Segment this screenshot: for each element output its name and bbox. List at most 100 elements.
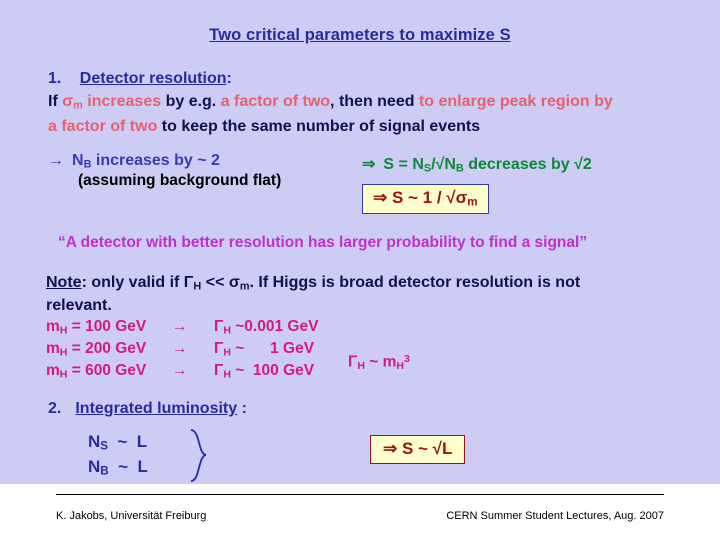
width-value: ~ 1 GeV bbox=[230, 339, 315, 357]
footer-event: CERN Summer Student Lectures, Aug. 2007 bbox=[446, 510, 664, 522]
footer-author: K. Jakobs, Universität Freiburg bbox=[56, 510, 207, 522]
significance-over: /√N bbox=[431, 156, 456, 173]
mass-symbol: m bbox=[46, 361, 60, 379]
section1-heading-line: 1. Detector resolution: bbox=[48, 68, 688, 91]
note-line-1: Note: only valid if ΓH << σm. If Higgs i… bbox=[46, 272, 666, 295]
double-arrow-icon-2: ⇒ bbox=[373, 188, 388, 207]
nb-increase-line: → NB increases by ~ 2 bbox=[48, 152, 348, 170]
sigma-symbol-2: σ bbox=[228, 274, 240, 291]
section1-colon: : bbox=[226, 70, 232, 87]
width-symbol: Γ bbox=[214, 361, 224, 379]
width-scaling-relation: ΓH ~ mH3 bbox=[348, 353, 410, 372]
sigma-symbol: σm bbox=[62, 92, 83, 112]
mass-symbol: m bbox=[46, 339, 60, 357]
mass-value: = 600 GeV bbox=[67, 361, 147, 379]
table-row: mH = 600 GeV → ΓH ~ 100 GeV bbox=[46, 360, 318, 382]
higgs-width-table: mH = 100 GeV → ΓH ~0.001 GeV mH = 200 GeV →… bbox=[46, 316, 318, 382]
nb-subscript-3: B bbox=[100, 465, 109, 478]
scaling-tilde: ~ m bbox=[364, 353, 397, 371]
detector-line1-if: If bbox=[48, 92, 63, 110]
section1-heading: Detector resolution bbox=[79, 70, 227, 87]
box-lumi-text: S ~ √L bbox=[397, 439, 453, 458]
mass-cell: mH = 200 GeV bbox=[46, 338, 172, 360]
significance-tail: decreases by √2 bbox=[463, 156, 592, 173]
width-subscript: H bbox=[223, 346, 231, 359]
significance-equals: = N bbox=[394, 156, 424, 173]
nb-relation: ~ L bbox=[108, 457, 148, 477]
note-label: Note bbox=[46, 274, 82, 291]
background-increase-block: → NB increases by ~ 2 (assuming backgroun… bbox=[48, 152, 348, 190]
width-subscript: H bbox=[223, 368, 231, 381]
scaling-power: 3 bbox=[404, 353, 410, 365]
detector-line-2: a factor of two to keep the same number … bbox=[48, 116, 688, 139]
box-sigma-subscript: m bbox=[467, 196, 478, 209]
boxed-formula-sigma: ⇒ S ~ 1 / √σm bbox=[362, 184, 489, 214]
sigma-subscript: m bbox=[73, 99, 83, 112]
double-arrow-icon-3: ⇒ bbox=[383, 439, 398, 458]
section2-colon: : bbox=[237, 400, 247, 417]
curly-brace-icon bbox=[190, 429, 207, 482]
right-arrow-icon: → bbox=[48, 152, 64, 169]
width-cell: ΓH ~0.001 GeV bbox=[214, 316, 318, 338]
section-detector-resolution: 1. Detector resolution: If σm increases … bbox=[48, 68, 688, 138]
ns-relation: ~ L bbox=[107, 432, 148, 451]
note-text-a: : only valid if bbox=[81, 274, 184, 291]
width-value: ~ 100 GeV bbox=[230, 361, 315, 379]
nb-increase-text: increases by ~ 2 bbox=[91, 152, 220, 169]
ns-subscript-2: S bbox=[100, 440, 108, 453]
right-arrow-icon-row2: → bbox=[172, 339, 188, 357]
ns-symbol: N bbox=[88, 432, 101, 451]
page-title: Two critical parameters to maximize S bbox=[209, 26, 511, 44]
resolution-quote: “A detector with better resolution has l… bbox=[58, 234, 588, 251]
width-subscript: H bbox=[223, 324, 231, 337]
sigma-glyph: σ bbox=[62, 92, 74, 110]
note-line-2: relevant. bbox=[46, 296, 112, 314]
mass-value: = 100 GeV bbox=[67, 318, 147, 335]
right-arrow-icon-row3: → bbox=[172, 361, 188, 379]
footer-divider bbox=[56, 494, 664, 495]
width-symbol: Γ bbox=[214, 318, 224, 335]
luminosity-relations: NS ~ L NB ~ L bbox=[88, 430, 148, 481]
gamma-symbol: Γ bbox=[183, 274, 194, 291]
mass-cell: mH = 600 GeV bbox=[46, 360, 172, 382]
detector-line2-keep: to keep the same number of signal events bbox=[157, 117, 481, 135]
mass-symbol: m bbox=[46, 318, 60, 335]
footer: K. Jakobs, Universität Freiburg CERN Sum… bbox=[0, 484, 720, 540]
nb-subscript-2: B bbox=[455, 162, 464, 175]
slide-canvas: Two critical parameters to maximize S 1.… bbox=[0, 0, 720, 540]
nb-symbol-2: N bbox=[88, 457, 101, 477]
gamma-subscript-3: H bbox=[357, 360, 365, 373]
width-cell: ΓH ~ 100 GeV bbox=[214, 360, 314, 382]
right-arrow-icon-row1: → bbox=[172, 318, 188, 335]
list-item: NS ~ L bbox=[88, 430, 148, 455]
width-value: ~0.001 GeV bbox=[230, 318, 319, 335]
table-row: mH = 200 GeV → ΓH ~ 1 GeV bbox=[46, 338, 318, 360]
note-text-c: . If Higgs is broad detector resolution … bbox=[249, 274, 581, 291]
table-row: mH = 100 GeV → ΓH ~0.001 GeV bbox=[46, 316, 318, 338]
detector-line1-increases: increases bbox=[82, 92, 162, 110]
mass-value: = 200 GeV bbox=[67, 339, 147, 357]
mass-subscript-3: H bbox=[396, 360, 404, 373]
mass-cell: mH = 100 GeV bbox=[46, 316, 172, 338]
significance-symbol: S bbox=[383, 156, 395, 173]
double-arrow-icon: ⇒ bbox=[362, 156, 376, 173]
section2-number: 2. bbox=[48, 400, 62, 417]
background-flat-assumption: (assuming background flat) bbox=[78, 172, 282, 190]
section-integrated-luminosity: 2. Integrated luminosity : bbox=[48, 400, 247, 418]
detector-line1-enlarge: to enlarge peak region by bbox=[418, 92, 613, 110]
gamma-symbol-3: Γ bbox=[348, 353, 358, 371]
detector-line1-factor: a factor of two bbox=[220, 92, 331, 110]
boxed-formula-luminosity: ⇒ S ~ √L bbox=[370, 435, 466, 464]
detector-line1-thenneed: , then need bbox=[330, 92, 419, 110]
width-symbol: Γ bbox=[214, 339, 224, 357]
note-block: Note: only valid if ΓH << σm. If Higgs i… bbox=[46, 272, 666, 317]
width-cell: ΓH ~ 1 GeV bbox=[214, 338, 314, 360]
detector-line-1: If σm increases by e.g. a factor of two,… bbox=[48, 91, 688, 114]
box-sigma-text: S ~ 1 / √σ bbox=[387, 188, 468, 207]
note-text-b: << bbox=[201, 274, 229, 291]
section2-heading: Integrated luminosity bbox=[75, 400, 238, 417]
detector-line1-byeg: by e.g. bbox=[161, 92, 221, 110]
significance-relation: ⇒ S = NS/√NB decreases by √2 bbox=[362, 154, 592, 174]
list-item: NB ~ L bbox=[88, 455, 148, 480]
section1-number: 1. bbox=[48, 70, 62, 87]
